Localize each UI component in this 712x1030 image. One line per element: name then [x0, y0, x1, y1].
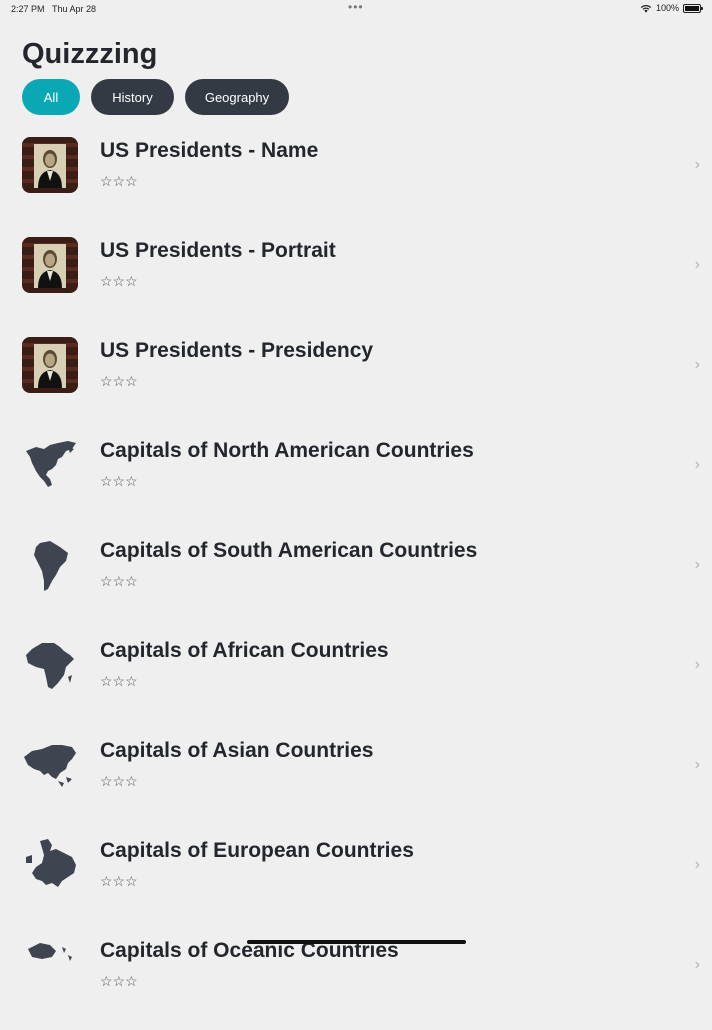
quiz-title: Capitals of European Countries [100, 839, 414, 862]
filter-all-button[interactable]: All [22, 79, 80, 115]
lincoln-portrait-icon [22, 137, 78, 193]
status-time: 2:27 PM [11, 4, 45, 14]
battery-icon [683, 3, 703, 13]
chevron-right-icon: › [694, 556, 700, 573]
star-rating: ☆☆☆ [100, 173, 138, 189]
north-america-map-icon [22, 437, 78, 493]
filter-geography-button[interactable]: Geography [185, 79, 289, 115]
page-title: Quizzzing [22, 38, 158, 70]
battery-level [685, 5, 699, 11]
star-rating: ☆☆☆ [100, 873, 138, 889]
quiz-title: US Presidents - Portrait [100, 239, 336, 262]
quiz-title: US Presidents - Presidency [100, 339, 374, 362]
quiz-title: Capitals of African Countries [100, 639, 389, 662]
status-right: 100% [640, 3, 703, 13]
battery-percent: 100% [655, 3, 679, 13]
multitasking-dots[interactable]: ••• [348, 0, 364, 14]
quiz-row[interactable]: Capitals of African Countries ☆☆☆ › [0, 630, 712, 730]
chevron-right-icon: › [694, 456, 700, 473]
quiz-row[interactable]: Capitals of South American Countries ☆☆☆… [0, 530, 712, 630]
quiz-row[interactable]: US Presidents - Name ☆☆☆ › [0, 130, 712, 230]
chevron-right-icon: › [694, 856, 700, 873]
star-rating: ☆☆☆ [100, 773, 138, 789]
south-america-map-icon [22, 537, 78, 593]
chevron-right-icon: › [694, 956, 700, 973]
chevron-right-icon: › [694, 656, 700, 673]
star-rating: ☆☆☆ [100, 573, 138, 589]
quiz-row[interactable]: US Presidents - Presidency ☆☆☆ › [0, 330, 712, 430]
quiz-row[interactable]: US Presidents - Portrait ☆☆☆ › [0, 230, 712, 330]
chevron-right-icon: › [694, 156, 700, 173]
chevron-right-icon: › [694, 256, 700, 273]
africa-map-icon [22, 637, 78, 693]
quiz-row[interactable]: Capitals of North American Countries ☆☆☆… [0, 430, 712, 530]
star-rating: ☆☆☆ [100, 373, 138, 389]
chevron-right-icon: › [694, 756, 700, 773]
quiz-title: Capitals of North American Countries [100, 439, 474, 462]
quiz-title: US Presidents - Name [100, 139, 319, 162]
quiz-row[interactable]: Capitals of European Countries ☆☆☆ › [0, 830, 712, 930]
wifi-icon [640, 4, 652, 12]
star-rating: ☆☆☆ [100, 473, 138, 489]
oceania-map-icon [22, 937, 78, 993]
star-rating: ☆☆☆ [100, 673, 138, 689]
quiz-title: Capitals of South American Countries [100, 539, 478, 562]
star-rating: ☆☆☆ [100, 273, 138, 289]
chevron-right-icon: › [694, 356, 700, 373]
europe-map-icon [22, 837, 78, 893]
lincoln-portrait-icon [22, 337, 78, 393]
home-indicator[interactable] [247, 940, 466, 944]
filter-history-button[interactable]: History [91, 79, 174, 115]
star-rating: ☆☆☆ [100, 973, 138, 989]
status-bar: 2:27 PM Thu Apr 28 ••• 100% [0, 0, 712, 18]
status-date: Thu Apr 28 [52, 4, 97, 14]
lincoln-portrait-icon [22, 237, 78, 293]
quiz-row[interactable]: Capitals of Oceanic Countries ☆☆☆ › [0, 930, 712, 1030]
quiz-title: Capitals of Asian Countries [100, 739, 374, 762]
quiz-row[interactable]: Capitals of Asian Countries ☆☆☆ › [0, 730, 712, 830]
filter-chips: All History Geography [22, 79, 289, 115]
asia-map-icon [22, 737, 78, 793]
